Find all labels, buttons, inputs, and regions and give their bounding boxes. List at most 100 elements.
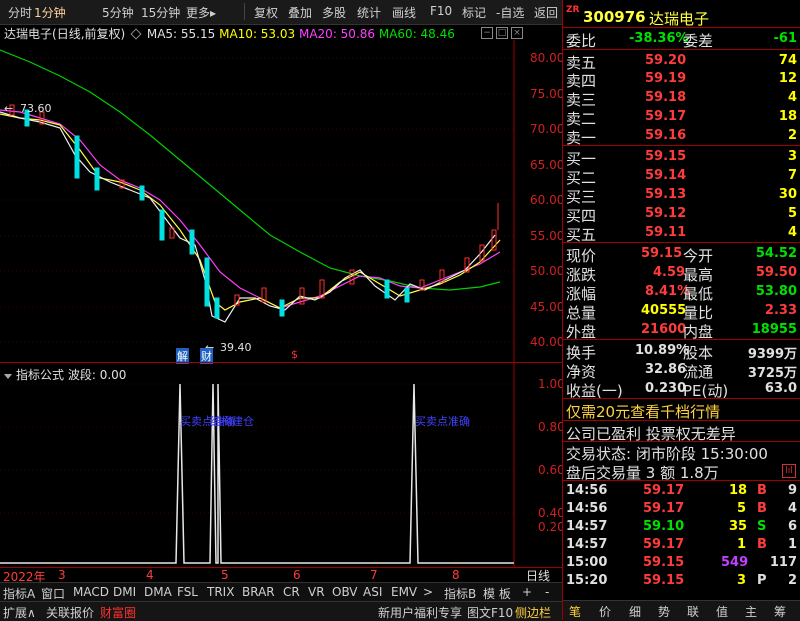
scroll-right-icon[interactable]: > [423, 585, 433, 599]
mark-button[interactable]: 标记 [462, 4, 486, 21]
panel-tabs: 笔 价 细 势 联 值 主 筹 [563, 600, 800, 621]
tab-asi[interactable]: ASI [363, 585, 382, 599]
stock-code: 300976 [583, 8, 646, 26]
quote-row: 涨跌 4.59 最高 59.50 [566, 265, 797, 284]
tab-obv[interactable]: OBV [332, 585, 358, 599]
multi-stock-button[interactable]: 多股 [322, 4, 346, 21]
tab-indicator-a[interactable]: 指标A [3, 585, 35, 602]
draw-line-button[interactable]: 画线 [392, 4, 416, 21]
ask-row: 卖四 59.19 12 [566, 71, 797, 90]
svg-text:←: ← [4, 102, 13, 115]
signal-label-2: 买卖点准确 [415, 415, 470, 428]
ask-row: 卖三 59.18 4 [566, 90, 797, 109]
tab-macd[interactable]: MACD [73, 585, 109, 599]
ma20-label: MA20: 50.86 [298, 27, 376, 41]
tab-more[interactable]: 更多▸ [186, 4, 216, 21]
related-quotes-button[interactable]: 关联报价 [46, 604, 94, 621]
indicator-tabs: 指标A 窗口 MACD DMI DMA FSL TRIX BRAR CR VR … [0, 582, 562, 601]
quote-row: 涨幅 8.41% 最低 53.80 [566, 284, 797, 303]
bid-row: 买一 59.15 3 [566, 149, 797, 168]
tab-tick[interactable]: 笔 [569, 603, 581, 620]
stat-row: 收益(一) 0.230 PE(动) 63.0 [566, 381, 797, 400]
level2-promo-link[interactable]: 仅需20元查看千档行情 [566, 401, 720, 422]
tab-dmi[interactable]: DMI [113, 585, 136, 599]
top-toolbar: 分时 1分钟 5分钟 15分钟 更多▸ 复权 叠加 多股 统计 画线 F10 标… [0, 0, 562, 25]
tab-cr[interactable]: CR [283, 585, 300, 599]
tick-row: 15:00 59.15 549 117 [566, 555, 797, 570]
weicha-value: -61 [773, 31, 798, 46]
chart-icon[interactable]: lıl [782, 464, 796, 478]
tick-row: 14:56 59.17 18 B 9 [566, 483, 797, 498]
add-watchlist-button[interactable]: -自选 [496, 4, 524, 21]
date-axis: 2022年 3 4 5 6 7 8 [3, 568, 460, 584]
tab-indicator-b[interactable]: 指标B [444, 585, 476, 602]
wealth-circle-button[interactable]: 财富圈 [100, 604, 136, 621]
fuquan-button[interactable]: 复权 [254, 4, 278, 21]
bid-row: 买三 59.13 30 [566, 187, 797, 206]
maximize-icon[interactable]: □ [496, 27, 508, 39]
tab-detail[interactable]: 细 [629, 603, 641, 620]
tab-chips[interactable]: 筹 [774, 603, 786, 620]
status-bar: 扩展∧ 关联报价 财富圈 新用户福利专享 图文F10 侧边栏 [0, 601, 562, 621]
quote-row: 现价 59.15 今开 54.52 [566, 246, 797, 265]
tab-trix[interactable]: TRIX [207, 585, 234, 599]
stock-name: 达瑞电子 [4, 27, 53, 41]
stat-row: 净资 32.86 流通 3725万 [566, 362, 797, 381]
tab-5min[interactable]: 5分钟 [102, 4, 134, 21]
tab-window[interactable]: 窗口 [41, 585, 65, 602]
tab-fsl[interactable]: FSL [177, 585, 198, 599]
tab-brar[interactable]: BRAR [242, 585, 275, 599]
tab-trend[interactable]: 势 [658, 603, 670, 620]
quote-row: 总量 40555 量比 2.33 [566, 303, 797, 322]
overlay-button[interactable]: 叠加 [288, 4, 312, 21]
build-position-label: 结构建仓 [210, 414, 254, 428]
back-button[interactable]: 返回 [534, 4, 558, 21]
tab-1min[interactable]: 1分钟 [34, 4, 66, 21]
quote-row: 外盘 21600 内盘 18955 [566, 322, 797, 341]
bid-row: 买二 59.14 7 [566, 168, 797, 187]
bid-row: 买四 59.12 5 [566, 206, 797, 225]
remove-pane-button[interactable]: - [545, 585, 549, 599]
settings-diamond-icon[interactable] [130, 28, 142, 40]
graphic-f10-button[interactable]: 图文F10 [467, 604, 513, 621]
stats-button[interactable]: 统计 [357, 4, 381, 21]
tab-main[interactable]: 主 [745, 603, 757, 620]
bid-row: 买五 59.11 4 [566, 225, 797, 244]
weibi-value: -38.36% [629, 31, 689, 46]
tab-15min[interactable]: 15分钟 [141, 4, 180, 21]
stat-row: 换手 10.89% 股本 9399万 [566, 343, 797, 362]
f10-button[interactable]: F10 [430, 4, 452, 18]
minimize-icon[interactable]: − [481, 27, 493, 39]
ask-row: 卖五 59.20 74 [566, 53, 797, 72]
ma60-label: MA60: 48.46 [378, 27, 455, 41]
ask-row: 卖一 59.16 2 [566, 128, 797, 147]
add-pane-button[interactable]: + [522, 585, 532, 599]
new-user-benefits-link[interactable]: 新用户福利专享 [378, 604, 462, 621]
tab-emv[interactable]: EMV [391, 585, 417, 599]
close-chart-icon[interactable]: × [511, 27, 523, 39]
tab-timeshare[interactable]: 分时 [8, 4, 32, 21]
tab-template[interactable]: 模 板 [483, 585, 511, 602]
event-marker-dividend[interactable]: $ [291, 348, 298, 361]
tab-vr[interactable]: VR [308, 585, 325, 599]
zr-badge: ZR [566, 5, 580, 15]
expand-button[interactable]: 扩展∧ [3, 604, 36, 621]
ma10-label: MA10: 53.03 [219, 27, 296, 41]
tick-row: 14:57 59.10 35 S 6 [566, 519, 797, 534]
tab-link[interactable]: 联 [687, 603, 699, 620]
low-price-marker: 39.40 [220, 341, 252, 354]
chart-period: (日线,前复权) [52, 27, 126, 41]
tick-row: 14:57 59.17 1 B 1 [566, 537, 797, 552]
tab-price[interactable]: 价 [599, 603, 611, 620]
high-price-marker: 73.60 [20, 102, 52, 115]
tab-dma[interactable]: DMA [144, 585, 172, 599]
tick-row: 15:20 59.15 3 P 2 [566, 573, 797, 588]
kline-chart[interactable]: ← 73.60 ← 39.40 [0, 40, 562, 362]
sidebar-toggle-button[interactable]: 侧边栏 [515, 604, 551, 621]
tab-value[interactable]: 值 [716, 603, 728, 620]
tick-row: 14:56 59.17 5 B 4 [566, 501, 797, 516]
indicator-chart[interactable]: 买卖点准确 结构建仓 买卖点准确 [0, 363, 562, 567]
stock-header: ZR 300976 达瑞电子 [563, 4, 800, 28]
ma5-label: MA5: 55.15 [146, 27, 216, 41]
quote-panel: ZR 300976 达瑞电子 委比 -38.36% 委差 -61 卖五 59.20… [563, 0, 800, 621]
